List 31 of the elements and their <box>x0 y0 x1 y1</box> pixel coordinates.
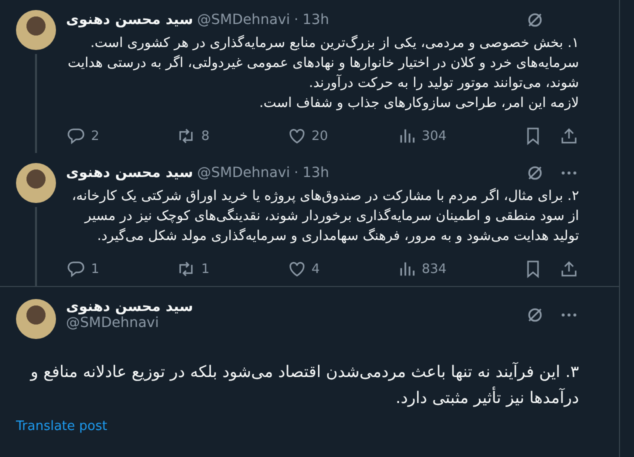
separator-dot: · <box>294 12 298 28</box>
author-handle[interactable]: @SMDehnavi <box>66 315 194 331</box>
share-icon[interactable] <box>559 259 579 279</box>
post-time[interactable]: 13h <box>302 12 330 28</box>
avatar[interactable] <box>16 163 56 203</box>
author-name[interactable]: سید محسن دهنوی <box>66 165 194 181</box>
post-text: ۲. برای مثال، اگر مردم با مشارکت در صندوق‌های پروژه یا خرید اوراق شرکتی یک کارخانه، از سود منطقی و اطمینان سرمایه‌گذاری برخوردار شوند، نقدینگی‌های کوچک نیز در مسیر تولید هدایت می‌شود و به مرور، فرهنگ سهامداری و سرمایه‌گذاری مولد شکل می‌گیرد. <box>70 187 579 246</box>
author-name[interactable]: سید محسن دهنوی <box>66 299 194 315</box>
author-name[interactable]: سید محسن دهنوی <box>66 12 194 28</box>
like-button[interactable]: 4 <box>286 259 397 279</box>
repost-button[interactable]: 8 <box>176 126 286 146</box>
reply-icon <box>66 259 86 279</box>
author-handle[interactable]: @SMDehnavi <box>197 12 290 28</box>
translate-link[interactable]: Translate post <box>16 419 108 434</box>
heart-icon <box>286 126 306 146</box>
reply-button[interactable]: 2 <box>66 126 176 146</box>
repost-button[interactable]: 1 <box>176 259 286 279</box>
separator-dot: · <box>294 165 298 181</box>
post-text: ۱. بخش خصوصی و مردمی، یکی از بزرگ‌ترین منابع سرمایه‌گذاری در هر کشوری است. سرمایه‌های خرد و کلان در اختیار خانوارها و نهادهای عمومی غیردولتی، اگر به درستی هدایت شوند، می‌توانند موتور تولید را به حرکت درآورند. لازمه این امر، طراحی سازوکارهای جذاب و شفاف است. <box>66 34 579 113</box>
share-icon[interactable] <box>559 126 579 146</box>
heart-icon <box>286 259 306 279</box>
post-text: ۳. این فرآیند نه تنها باعث مردمی‌شدن اقتصاد می‌شود بلکه در توزیع عادلانه منافع و درآمدها نیز تأثیر مثبتی دارد. <box>28 361 580 409</box>
reply-button[interactable]: 1 <box>66 259 176 279</box>
reply-icon <box>66 126 86 146</box>
avatar[interactable] <box>16 10 56 50</box>
views-button[interactable]: 304 <box>396 126 507 146</box>
post-time[interactable]: 13h <box>302 165 330 181</box>
avatar[interactable] <box>16 299 56 339</box>
author-handle[interactable]: @SMDehnavi <box>197 165 290 181</box>
views-button[interactable]: 834 <box>396 259 507 279</box>
like-button[interactable]: 20 <box>286 126 397 146</box>
